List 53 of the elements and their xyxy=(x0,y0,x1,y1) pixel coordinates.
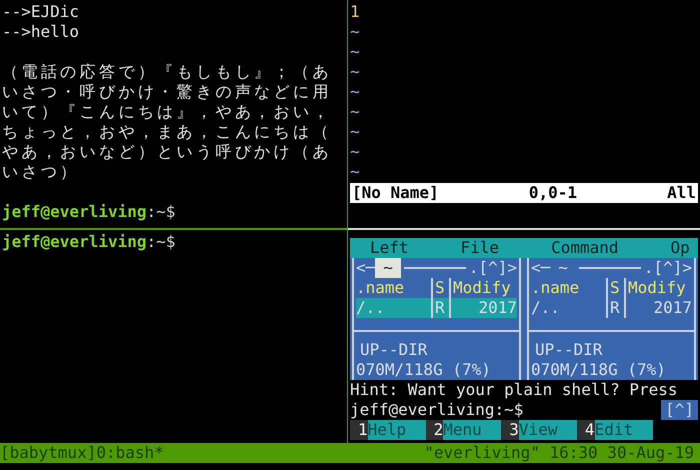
tilde-line: ~ xyxy=(350,42,361,62)
tilde-line: ~ xyxy=(350,142,361,162)
definition-line: ちょっと，おや，まあ，こんにちは（ xyxy=(2,122,332,142)
tilde-line: ~ xyxy=(350,62,361,82)
host-time: "everliving" 16:30 30-Aug-19 xyxy=(424,443,695,463)
tilde-line: ~ xyxy=(350,122,361,142)
menu-item[interactable]: Left xyxy=(370,238,409,258)
definition-line: やあ，おいなど）という呼びかけ（あ xyxy=(2,142,332,162)
line-number: 1 xyxy=(350,2,361,22)
menu-item[interactable]: File xyxy=(460,238,500,258)
modify-cell: 2017 xyxy=(624,298,692,318)
file-name-cell[interactable]: /.. xyxy=(531,298,606,318)
panel-history-arrow[interactable]: <─ xyxy=(531,258,550,278)
menu-item[interactable]: Command xyxy=(551,238,618,258)
file-name-cell[interactable]: /.. xyxy=(356,298,431,318)
menu-item[interactable]: Op xyxy=(670,238,690,258)
panel-directory: ~ xyxy=(375,258,401,278)
definition-line: いさつ） xyxy=(2,162,80,182)
terminal-line: -->EJDic xyxy=(2,2,80,22)
definition-line: いて）『こんにちは』，やあ，おい， xyxy=(2,102,332,122)
tilde-line: ~ xyxy=(350,22,361,42)
tilde-line: ~ xyxy=(350,162,361,182)
mini-status: UP--DIR xyxy=(534,340,604,360)
tilde-line: ~ xyxy=(350,102,361,122)
cursor-position: 0,0-1 xyxy=(528,183,577,203)
size-cell: R xyxy=(431,298,449,318)
column-header[interactable]: Modify xyxy=(624,278,692,298)
tilde-line: ~ xyxy=(350,82,361,102)
file-name: [No Name] xyxy=(352,183,439,203)
column-header[interactable]: .name xyxy=(356,278,431,298)
disk-usage: 070M/118G (7%) xyxy=(355,360,492,380)
panel-directory: ~ xyxy=(557,258,569,278)
modify-cell: 2017 xyxy=(449,298,517,318)
size-cell: R xyxy=(606,298,624,318)
definition-line: （電話の応答で）『もしもし』；（あ xyxy=(2,62,332,82)
panel-controls[interactable]: .[^]> xyxy=(644,258,692,278)
mini-status: UP--DIR xyxy=(359,340,428,360)
panel-controls[interactable]: .[^]> xyxy=(468,258,517,278)
prompt-user-host: jeff@everliving xyxy=(2,202,146,222)
prompt-user-host: jeff@everliving xyxy=(2,232,146,252)
prompt-path: :~$ xyxy=(146,232,176,252)
column-header[interactable]: S xyxy=(606,278,624,298)
prompt-path: :~$ xyxy=(146,202,176,222)
subshell-button[interactable]: [^] xyxy=(661,400,698,420)
definition-line: いさつ・呼びかけ・驚きの声などに用 xyxy=(2,82,332,102)
disk-usage: 070M/118G (7%) xyxy=(530,360,667,380)
hint-text: Hint: Want your plain shell? Press xyxy=(350,380,679,400)
panel-history-arrow[interactable]: <─ xyxy=(356,258,376,278)
terminal-line: -->hello xyxy=(2,22,80,42)
column-header[interactable]: .name xyxy=(531,278,606,298)
session-window[interactable]: [babytmux]0:bash* xyxy=(0,443,164,463)
scroll-position: All xyxy=(667,183,696,203)
shell-prompt: jeff@everliving:~$ xyxy=(350,400,524,420)
